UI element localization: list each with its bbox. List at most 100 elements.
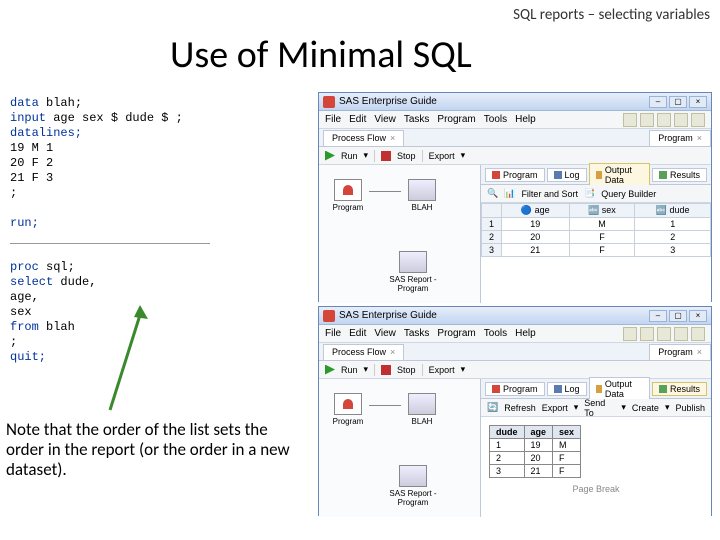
export-button[interactable]: Export xyxy=(429,151,455,161)
menu-edit[interactable]: Edit xyxy=(349,114,366,125)
toolbar-icon[interactable] xyxy=(657,113,671,127)
sas-window-output-data: SAS Enterprise Guide – ▢ × File Edit Vie… xyxy=(318,92,712,302)
flow-node-sas-report[interactable]: SAS Report - Program xyxy=(383,251,443,291)
toolbar-icon[interactable] xyxy=(640,113,654,127)
process-flow-pane[interactable]: Program BLAH SAS Report - Program xyxy=(319,165,481,303)
flow-node-sas-report[interactable]: SAS Report - Program xyxy=(383,465,443,505)
run-button[interactable]: Run xyxy=(341,365,358,375)
refresh-button[interactable]: Refresh xyxy=(504,403,536,413)
menu-file[interactable]: File xyxy=(325,328,341,339)
toolbar-icon[interactable] xyxy=(657,327,671,341)
flow-node-blah[interactable]: BLAH xyxy=(401,393,443,433)
stop-icon xyxy=(381,365,391,375)
run-toolbar: Run▾ Stop Export▾ xyxy=(319,361,711,379)
titlebar[interactable]: SAS Enterprise Guide – ▢ × xyxy=(319,307,711,325)
close-button[interactable]: × xyxy=(689,96,707,108)
minimize-button[interactable]: – xyxy=(649,310,667,322)
menu-view[interactable]: View xyxy=(374,114,396,125)
process-flow-pane[interactable]: Program BLAH SAS Report - Program xyxy=(319,379,481,517)
divider xyxy=(10,243,210,244)
output-data-grid[interactable]: 🔵 age🔤 sex🔤 dude 119M1 220F2 321F3 xyxy=(481,203,711,303)
stop-button[interactable]: Stop xyxy=(397,365,416,375)
toolbar-icon[interactable] xyxy=(674,327,688,341)
run-button[interactable]: Run xyxy=(341,151,358,161)
toolbar-icon[interactable] xyxy=(640,327,654,341)
close-icon[interactable]: × xyxy=(697,133,702,143)
menu-help[interactable]: Help xyxy=(515,328,536,339)
slide-topic: SQL reports – selecting variables xyxy=(513,6,710,24)
close-icon[interactable]: × xyxy=(697,347,702,357)
toolbar-icons xyxy=(623,327,705,341)
create-button[interactable]: Create xyxy=(632,403,659,413)
flow-node-program[interactable]: Program xyxy=(327,179,369,219)
maximize-button[interactable]: ▢ xyxy=(669,96,687,108)
minimize-button[interactable]: – xyxy=(649,96,667,108)
tab-process-flow[interactable]: Process Flow× xyxy=(323,130,404,146)
menubar: File Edit View Tasks Program Tools Help xyxy=(319,325,711,343)
toolbar-icon[interactable] xyxy=(691,327,705,341)
toolbar-icons xyxy=(623,113,705,127)
annotation-arrow xyxy=(100,305,150,415)
stop-button[interactable]: Stop xyxy=(397,151,416,161)
flow-connector xyxy=(369,405,401,406)
code-block-proc-sql: proc sql; select dude, age, sex from bla… xyxy=(10,260,96,365)
play-icon xyxy=(325,365,335,375)
tab-process-flow[interactable]: Process Flow× xyxy=(323,344,404,360)
sas-window-results: SAS Enterprise Guide – ▢ × File Edit Vie… xyxy=(318,306,712,516)
rtab-results[interactable]: Results xyxy=(652,168,707,182)
menu-tools[interactable]: Tools xyxy=(484,114,507,125)
rtab-output-data[interactable]: Output Data xyxy=(589,163,650,187)
export-button[interactable]: Export xyxy=(429,365,455,375)
app-icon xyxy=(323,310,335,322)
menubar: File Edit View Tasks Program Tools Help xyxy=(319,111,711,129)
export-button[interactable]: Export xyxy=(542,403,568,413)
rtab-program[interactable]: Program xyxy=(485,382,545,396)
menu-help[interactable]: Help xyxy=(515,114,536,125)
rtab-program[interactable]: Program xyxy=(485,168,545,182)
rtab-log[interactable]: Log xyxy=(547,168,587,182)
menu-tasks[interactable]: Tasks xyxy=(404,328,430,339)
toolbar-icon[interactable] xyxy=(674,113,688,127)
page-break-label: Page Break xyxy=(489,484,703,494)
query-builder-button[interactable]: Query Builder xyxy=(601,189,656,199)
document-tabs: Process Flow× Program× xyxy=(319,343,711,361)
filter-sort-button[interactable]: Filter and Sort xyxy=(521,189,578,199)
menu-tasks[interactable]: Tasks xyxy=(404,114,430,125)
results-toolbar: 🔄Refresh Export▾ Send To▾ Create▾ Publis… xyxy=(481,399,711,417)
explanatory-note: Note that the order of the list sets the… xyxy=(6,420,306,480)
window-title: SAS Enterprise Guide xyxy=(339,310,437,321)
data-toolbar: 🔍📊 Filter and Sort 📑 Query Builder xyxy=(481,185,711,203)
toolbar-icon[interactable] xyxy=(691,113,705,127)
tab-program[interactable]: Program× xyxy=(649,344,711,360)
toolbar-icon[interactable] xyxy=(623,327,637,341)
window-title: SAS Enterprise Guide xyxy=(339,96,437,107)
menu-program[interactable]: Program xyxy=(437,328,475,339)
menu-edit[interactable]: Edit xyxy=(349,328,366,339)
flow-node-blah[interactable]: BLAH xyxy=(401,179,443,219)
maximize-button[interactable]: ▢ xyxy=(669,310,687,322)
close-icon[interactable]: × xyxy=(390,347,395,357)
rtab-log[interactable]: Log xyxy=(547,382,587,396)
menu-tools[interactable]: Tools xyxy=(484,328,507,339)
flow-connector xyxy=(369,191,401,192)
titlebar[interactable]: SAS Enterprise Guide – ▢ × xyxy=(319,93,711,111)
sas-report-output: dudeagesex 119M 220F 321F Page Break xyxy=(481,417,711,517)
close-button[interactable]: × xyxy=(689,310,707,322)
tab-program[interactable]: Program× xyxy=(649,130,711,146)
rtab-results[interactable]: Results xyxy=(652,382,707,396)
sendto-button[interactable]: Send To xyxy=(584,398,615,418)
code-block-data-step: data blah; input age sex $ dude $ ; data… xyxy=(10,96,183,231)
menu-program[interactable]: Program xyxy=(437,114,475,125)
publish-button[interactable]: Publish xyxy=(675,403,705,413)
menu-view[interactable]: View xyxy=(374,328,396,339)
flow-node-program[interactable]: Program xyxy=(327,393,369,433)
toolbar-icon[interactable] xyxy=(623,113,637,127)
play-icon xyxy=(325,151,335,161)
stop-icon xyxy=(381,151,391,161)
run-toolbar: Run▾ Stop Export▾ xyxy=(319,147,711,165)
close-icon[interactable]: × xyxy=(390,133,395,143)
menu-file[interactable]: File xyxy=(325,114,341,125)
app-icon xyxy=(323,96,335,108)
output-pane: Program Log Output Data Results 🔍📊 Filte… xyxy=(481,165,711,303)
slide-title: Use of Minimal SQL xyxy=(170,32,472,78)
